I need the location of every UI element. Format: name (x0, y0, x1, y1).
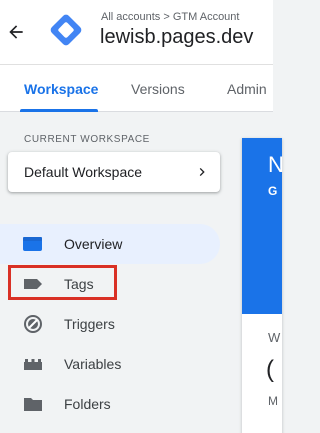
sidebar-item-label: Overview (64, 236, 123, 252)
tags-highlight-box (8, 265, 117, 300)
container-name[interactable]: lewisb.pages.dev (100, 26, 253, 49)
variables-icon (22, 354, 44, 374)
sidebar-item-triggers[interactable]: Triggers (0, 304, 220, 344)
overview-card: N G W ( M (242, 138, 284, 433)
trigger-icon (22, 314, 44, 334)
overview-icon (22, 234, 44, 254)
gtm-logo-icon (48, 12, 84, 48)
card-caption: M (268, 394, 278, 408)
chevron-right-icon (194, 164, 210, 180)
hero-title: N (268, 152, 284, 177)
card-section-title: W (268, 330, 281, 345)
current-workspace-label: CURRENT WORKSPACE (24, 134, 150, 145)
active-tab-indicator (20, 109, 98, 112)
overview-hero-banner: N G (242, 138, 284, 314)
app-header: All accounts > GTM Account lewisb.pages.… (0, 0, 273, 64)
sidebar-item-label: Variables (64, 356, 122, 372)
tab-versions[interactable]: Versions (131, 81, 185, 97)
tab-workspace[interactable]: Workspace (24, 81, 98, 97)
folder-icon (22, 394, 44, 414)
hero-subtitle: G (268, 184, 278, 198)
sidebar-item-label: Folders (64, 396, 111, 412)
card-value: ( (266, 356, 274, 383)
workspace-name: Default Workspace (24, 164, 143, 180)
sidebar-item-label: Triggers (64, 316, 115, 332)
sidebar-item-folders[interactable]: Folders (0, 384, 220, 424)
sidebar-item-variables[interactable]: Variables (0, 344, 220, 384)
sidebar-item-overview[interactable]: Overview (0, 224, 220, 264)
top-tabs: Workspace Versions Admin (0, 64, 273, 112)
arrow-back-icon[interactable] (6, 22, 26, 42)
workspace-selector[interactable]: Default Workspace (8, 152, 220, 192)
breadcrumb[interactable]: All accounts > GTM Account (101, 11, 239, 23)
tab-admin[interactable]: Admin (227, 81, 267, 97)
